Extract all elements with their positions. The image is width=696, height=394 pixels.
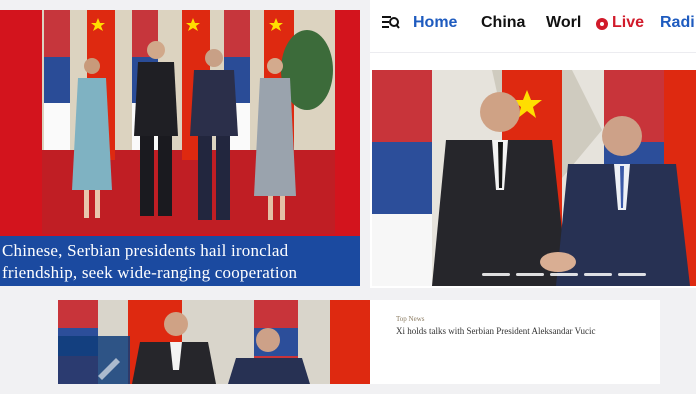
nav-china[interactable]: China [481,14,525,32]
bottom-news-card[interactable]: Top News Xi holds talks with Serbian Pre… [58,300,660,384]
carousel-dot-3[interactable] [550,273,578,276]
headline-line-2[interactable]: friendship, seek wide-ranging cooperatio… [2,262,356,284]
nav-world[interactable]: Worl [546,14,581,32]
top-nav-bar: Home China Worl Live Radi [370,0,696,53]
nav-home[interactable]: Home [413,14,457,32]
nav-live[interactable]: Live [612,14,644,32]
carousel-dot-4[interactable] [584,273,612,276]
left-headline[interactable]: Chinese, Serbian presidents hail ironcla… [0,236,360,286]
talks-photo[interactable] [58,300,370,384]
handshake-photo[interactable] [372,70,696,286]
carousel-dot-2[interactable] [516,273,544,276]
top-news-tag[interactable]: Top News [396,315,424,323]
headline-line-1[interactable]: Chinese, Serbian presidents hail ironcla… [2,240,356,262]
presidents-couples-photo [42,10,335,234]
left-news-card[interactable]: Chinese, Serbian presidents hail ironcla… [0,10,360,286]
carousel-dot-5[interactable] [618,273,646,276]
bottom-headline[interactable]: Xi holds talks with Serbian President Al… [396,326,596,336]
mobile-site-card: Home China Worl Live Radi [370,0,696,288]
menu-search-icon[interactable] [382,14,400,32]
record-dot-icon [596,18,608,30]
carousel-dot-1[interactable] [482,273,510,276]
nav-radio[interactable]: Radi [660,14,695,32]
